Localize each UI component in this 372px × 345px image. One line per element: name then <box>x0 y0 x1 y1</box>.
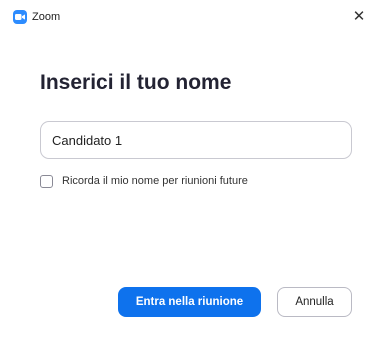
window-title: Zoom <box>32 11 61 23</box>
title-bar: Zoom ✕ <box>0 0 372 34</box>
zoom-camera-icon <box>13 10 27 24</box>
page-title: Inserici il tuo nome <box>40 71 232 94</box>
cancel-button[interactable]: Annulla <box>277 287 352 317</box>
remember-name-label: Ricorda il mio nome per riunioni future <box>62 175 248 187</box>
remember-name-checkbox[interactable] <box>40 175 53 188</box>
name-input[interactable] <box>40 121 352 159</box>
close-icon[interactable]: ✕ <box>350 8 368 26</box>
join-meeting-button[interactable]: Entra nella riunione <box>118 287 261 317</box>
